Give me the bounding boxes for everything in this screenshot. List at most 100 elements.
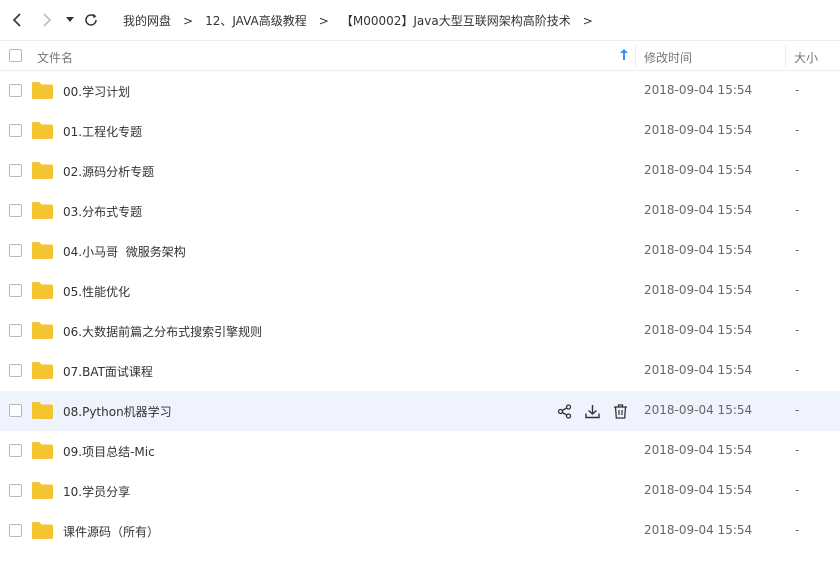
file-name[interactable]: 07.BAT面试课程 — [63, 363, 153, 380]
file-name[interactable]: 03.分布式专题 — [63, 203, 142, 220]
breadcrumb-separator: > — [183, 13, 194, 28]
file-name[interactable]: 02.源码分析专题 — [63, 163, 154, 180]
select-all-checkbox[interactable] — [9, 49, 22, 62]
file-name[interactable]: 10.学员分享 — [63, 483, 130, 500]
forward-button[interactable] — [38, 10, 56, 30]
column-header-name[interactable]: 文件名 — [37, 49, 73, 66]
folder-icon — [32, 82, 53, 99]
file-row[interactable]: 04.小马哥 微服务架构 2018-09-04 15:54 - — [0, 231, 840, 271]
refresh-icon — [85, 13, 97, 26]
file-row[interactable]: 01.工程化专题 2018-09-04 15:54 - — [0, 111, 840, 151]
file-row[interactable]: 07.BAT面试课程 2018-09-04 15:54 - — [0, 351, 840, 391]
row-checkbox[interactable] — [9, 124, 22, 137]
column-header-size[interactable]: 大小 — [794, 49, 818, 66]
toolbar: 我的网盘 > 12、JAVA高级教程 > 【M00002】Java大型互联网架构… — [0, 0, 840, 41]
folder-icon — [32, 242, 53, 259]
file-date: 2018-09-04 15:54 — [644, 123, 753, 137]
breadcrumb-separator: > — [582, 13, 593, 28]
row-checkbox[interactable] — [9, 244, 22, 257]
row-checkbox[interactable] — [9, 324, 22, 337]
file-row[interactable]: 00.学习计划 2018-09-04 15:54 - — [0, 71, 840, 111]
file-row[interactable]: 02.源码分析专题 2018-09-04 15:54 - — [0, 151, 840, 191]
row-checkbox[interactable] — [9, 204, 22, 217]
row-checkbox[interactable] — [9, 404, 22, 417]
folder-icon — [32, 282, 53, 299]
column-divider[interactable] — [635, 44, 636, 68]
file-list-header: 文件名 修改时间 大小 — [0, 41, 840, 71]
breadcrumb-item-current[interactable]: 【M00002】Java大型互联网架构高阶技术 — [341, 12, 571, 29]
row-checkbox[interactable] — [9, 84, 22, 97]
file-date: 2018-09-04 15:54 — [644, 163, 753, 177]
row-checkbox[interactable] — [9, 364, 22, 377]
folder-icon — [32, 322, 53, 339]
file-size: - — [795, 443, 800, 457]
file-date: 2018-09-04 15:54 — [644, 363, 753, 377]
file-name[interactable]: 04.小马哥 微服务架构 — [63, 243, 186, 260]
row-checkbox[interactable] — [9, 484, 22, 497]
breadcrumb-separator: > — [318, 13, 329, 28]
file-date: 2018-09-04 15:54 — [644, 203, 753, 217]
file-name[interactable]: 01.工程化专题 — [63, 123, 142, 140]
caret-down-icon — [66, 17, 74, 22]
file-name[interactable]: 08.Python机器学习 — [63, 403, 172, 420]
folder-icon — [32, 402, 53, 419]
breadcrumb-item-root[interactable]: 我的网盘 — [123, 12, 171, 29]
file-size: - — [795, 523, 800, 537]
file-size: - — [795, 363, 800, 377]
folder-icon — [32, 482, 53, 499]
row-checkbox[interactable] — [9, 164, 22, 177]
arrow-up-icon[interactable] — [620, 49, 628, 63]
file-date: 2018-09-04 15:54 — [644, 523, 753, 537]
share-icon[interactable] — [556, 403, 572, 419]
file-size: - — [795, 483, 800, 497]
file-date: 2018-09-04 15:54 — [644, 443, 753, 457]
row-checkbox[interactable] — [9, 284, 22, 297]
row-checkbox[interactable] — [9, 444, 22, 457]
file-size: - — [795, 243, 800, 257]
file-row-hovered[interactable]: 08.Python机器学习 2018-09-04 15:54 - — [0, 391, 840, 431]
file-list: 00.学习计划 2018-09-04 15:54 - 01.工程化专题 2018… — [0, 71, 840, 551]
file-name[interactable]: 00.学习计划 — [63, 83, 130, 100]
folder-icon — [32, 122, 53, 139]
column-header-time[interactable]: 修改时间 — [644, 49, 692, 66]
file-date: 2018-09-04 15:54 — [644, 403, 753, 417]
file-row[interactable]: 课件源码（所有） 2018-09-04 15:54 - — [0, 511, 840, 551]
file-row[interactable]: 06.大数据前篇之分布式搜索引擎规则 2018-09-04 15:54 - — [0, 311, 840, 351]
file-name[interactable]: 05.性能优化 — [63, 283, 130, 300]
breadcrumb: 我的网盘 > 12、JAVA高级教程 > 【M00002】Java大型互联网架构… — [123, 0, 605, 41]
file-size: - — [795, 123, 800, 137]
refresh-button[interactable] — [82, 10, 100, 30]
folder-icon — [32, 522, 53, 539]
file-size: - — [795, 203, 800, 217]
breadcrumb-item-java[interactable]: 12、JAVA高级教程 — [205, 12, 307, 29]
download-icon[interactable] — [584, 403, 600, 419]
column-divider[interactable] — [785, 44, 786, 68]
back-button[interactable] — [8, 10, 26, 30]
file-date: 2018-09-04 15:54 — [644, 243, 753, 257]
folder-icon — [32, 162, 53, 179]
delete-icon[interactable] — [612, 403, 628, 419]
file-name[interactable]: 06.大数据前篇之分布式搜索引擎规则 — [63, 323, 262, 340]
row-checkbox[interactable] — [9, 524, 22, 537]
file-name[interactable]: 课件源码（所有） — [63, 523, 159, 540]
chevron-right-icon — [43, 13, 52, 27]
row-actions — [556, 403, 628, 419]
file-date: 2018-09-04 15:54 — [644, 283, 753, 297]
file-date: 2018-09-04 15:54 — [644, 83, 753, 97]
file-date: 2018-09-04 15:54 — [644, 483, 753, 497]
chevron-left-icon — [12, 13, 21, 27]
file-row[interactable]: 05.性能优化 2018-09-04 15:54 - — [0, 271, 840, 311]
file-size: - — [795, 163, 800, 177]
history-dropdown-button[interactable] — [63, 10, 77, 30]
file-size: - — [795, 323, 800, 337]
file-size: - — [795, 403, 800, 417]
file-row[interactable]: 10.学员分享 2018-09-04 15:54 - — [0, 471, 840, 511]
folder-icon — [32, 362, 53, 379]
file-size: - — [795, 283, 800, 297]
file-name[interactable]: 09.项目总结-Mic — [63, 443, 155, 460]
file-size: - — [795, 83, 800, 97]
file-date: 2018-09-04 15:54 — [644, 323, 753, 337]
file-row[interactable]: 03.分布式专题 2018-09-04 15:54 - — [0, 191, 840, 231]
folder-icon — [32, 202, 53, 219]
file-row[interactable]: 09.项目总结-Mic 2018-09-04 15:54 - — [0, 431, 840, 471]
